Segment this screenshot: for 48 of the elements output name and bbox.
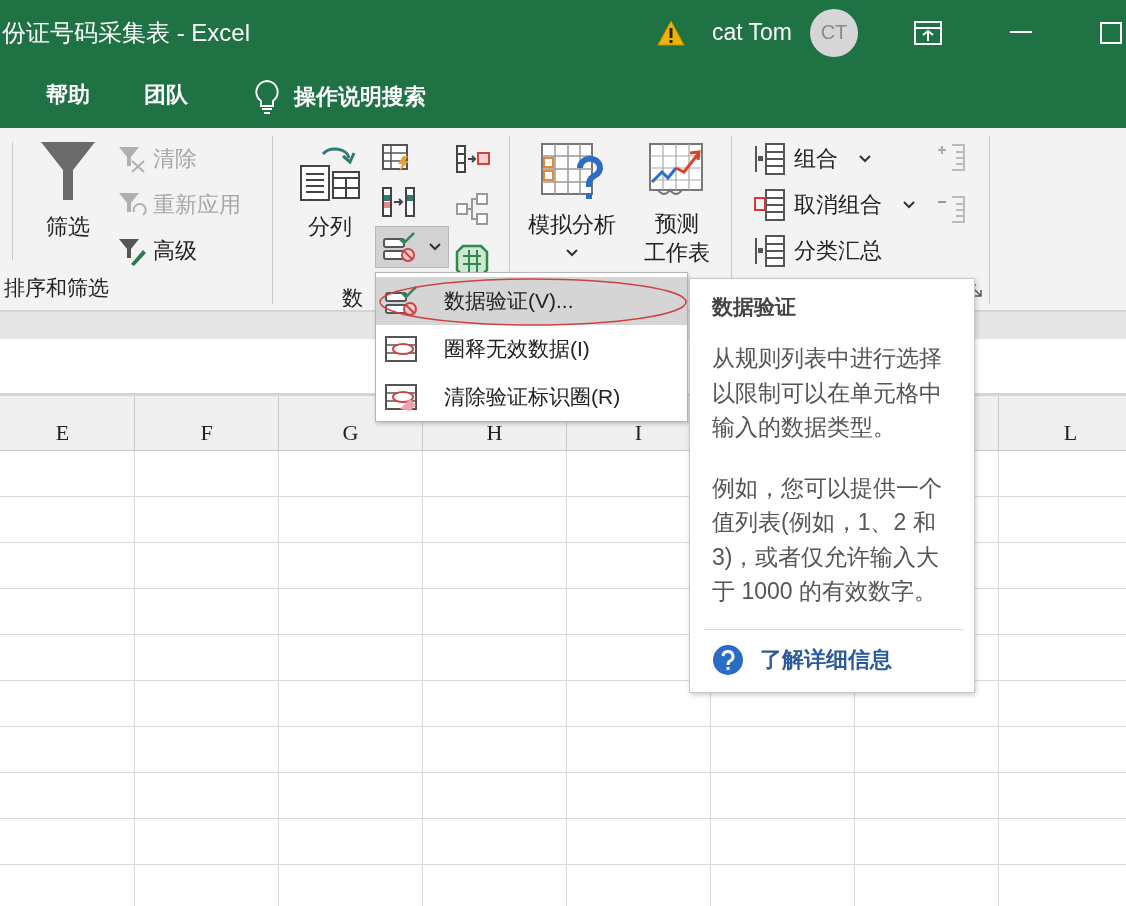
caret-icon <box>565 248 579 258</box>
maximize-icon[interactable] <box>1100 21 1122 44</box>
ribbon-tab[interactable]: 帮助 <box>46 76 90 117</box>
what-if-analysis-button[interactable]: 模拟分析 <box>522 136 622 262</box>
data-validation-split-button[interactable] <box>375 226 449 268</box>
tooltip-title: 数据验证 <box>712 294 797 320</box>
caret-icon <box>428 242 442 252</box>
window-title: 份证号码采集表 - Excel <box>1 17 250 48</box>
group-rows-icon <box>754 142 788 176</box>
group-label: 排序和筛选 <box>4 275 109 301</box>
data-validation-icon <box>382 231 418 263</box>
subtotal-icon <box>754 234 788 268</box>
ungroup-rows-icon <box>754 188 788 222</box>
circle-invalid-icon <box>384 333 420 365</box>
forecast-sheet-button[interactable]: 预测 工作表 <box>638 136 716 272</box>
relationships-icon[interactable] <box>455 192 491 226</box>
learn-more-link[interactable]: 了解详细信息 <box>760 644 892 675</box>
funnel-icon <box>39 140 97 202</box>
caret-icon <box>902 200 916 210</box>
column-header[interactable]: F <box>135 396 279 450</box>
filter-button[interactable]: 筛选 <box>33 136 103 246</box>
outline-command[interactable]: 分类汇总 <box>750 228 932 274</box>
ribbon-display-icon[interactable] <box>914 20 942 45</box>
clear-circles-icon <box>384 381 420 413</box>
column-header[interactable]: L <box>999 396 1126 450</box>
lightbulb-icon <box>254 78 280 115</box>
outline-command[interactable]: 取消组合 <box>750 182 932 228</box>
advanced-filter-icon <box>117 236 147 266</box>
outline-command[interactable]: 组合 <box>750 136 932 182</box>
data-validation-icon <box>384 285 420 317</box>
help-icon <box>712 643 744 676</box>
user-name[interactable]: cat Tom <box>711 19 792 46</box>
tooltip-text: 例如，您可以提供一个值列表(例如，1、2 和 3)，或者仅允许输入大于 1000 的有效数字。 <box>712 473 943 606</box>
menu-item[interactable]: 数据验证(V)... <box>376 277 687 325</box>
ribbon-tab[interactable]: 团队 <box>144 76 188 117</box>
column-header[interactable]: E <box>0 396 135 450</box>
consolidate-icon[interactable] <box>455 144 491 174</box>
menu-item[interactable]: 圈释无效数据(I) <box>376 325 687 373</box>
tell-me-search[interactable]: 操作说明搜索 <box>254 78 426 115</box>
filter-command[interactable]: 高级 <box>113 228 245 274</box>
remove-duplicates-icon[interactable] <box>381 186 417 218</box>
what-if-analysis-icon <box>540 140 604 202</box>
clear-filter-icon <box>117 144 147 174</box>
warning-icon[interactable] <box>655 18 686 47</box>
group-label: 数 <box>342 285 363 311</box>
tooltip-text: 从规则列表中进行选择以限制可以在单元格中输入的数据类型。 <box>712 344 943 442</box>
caret-icon <box>858 154 872 164</box>
text-to-columns-button[interactable]: 分列 <box>293 136 367 246</box>
